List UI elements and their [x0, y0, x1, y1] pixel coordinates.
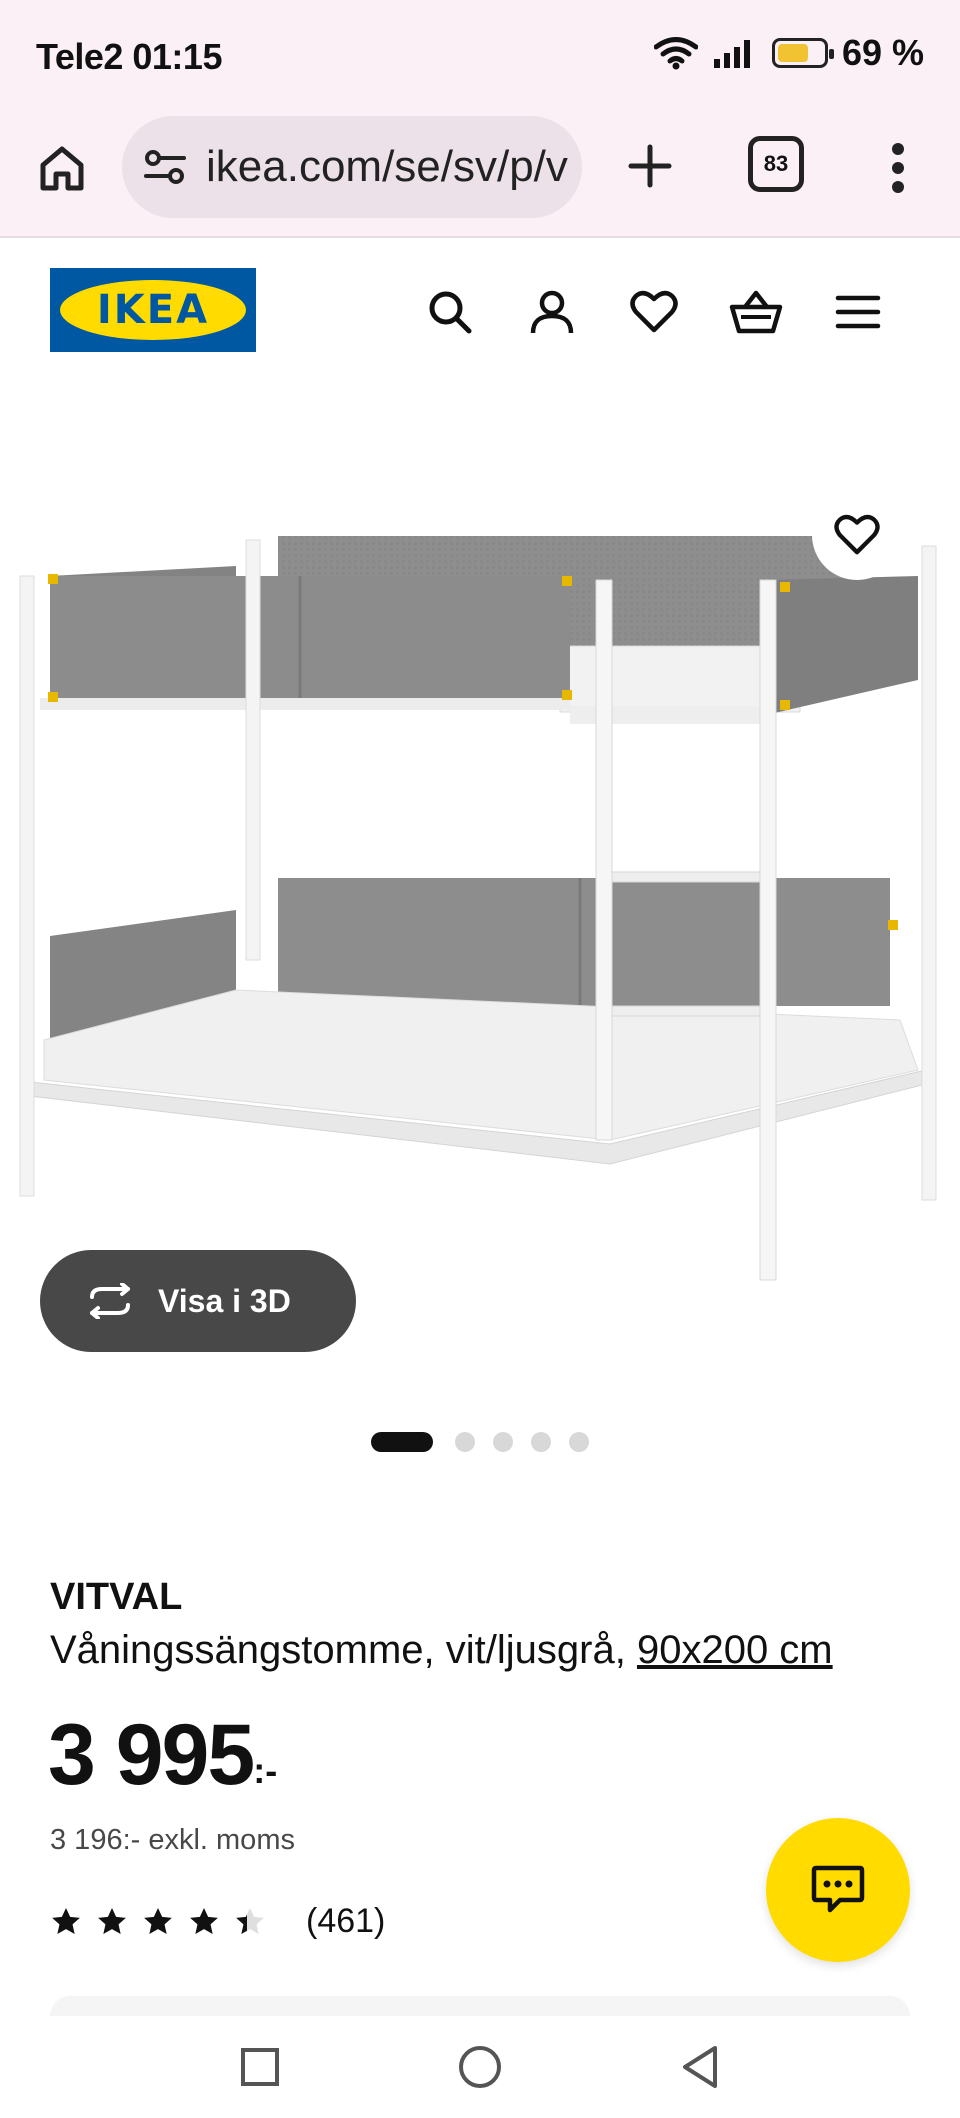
hamburger-icon	[835, 295, 881, 329]
ikea-logo[interactable]: IKEA	[50, 268, 256, 352]
price-amount: 3 995	[48, 1707, 255, 1803]
product-description: Våningssängstomme, vit/ljusgrå, 90x200 c…	[50, 1628, 833, 1673]
chat-icon	[811, 1865, 865, 1913]
new-tab-button[interactable]	[618, 134, 682, 198]
back-button[interactable]	[670, 2037, 730, 2097]
battery-icon	[771, 38, 834, 68]
cart-button[interactable]	[726, 282, 786, 342]
browser-toolbar: ikea.com/se/sv/p/v 83	[0, 112, 960, 222]
rating-stars	[50, 1906, 266, 1938]
favourites-button[interactable]	[624, 282, 684, 342]
menu-button[interactable]	[828, 282, 888, 342]
more-vert-icon	[892, 143, 904, 193]
price-suffix: :-	[253, 1750, 278, 1791]
chat-button[interactable]	[766, 1818, 910, 1962]
user-icon	[530, 290, 574, 334]
view-in-3d-label: Visa i 3D	[158, 1282, 291, 1319]
square-icon	[241, 2048, 279, 2086]
gallery-dot[interactable]	[569, 1432, 589, 1452]
battery-percent: 69 %	[841, 32, 924, 73]
address-bar[interactable]: ikea.com/se/sv/p/v	[122, 116, 582, 218]
gallery-dot[interactable]	[493, 1432, 513, 1452]
rating[interactable]: (461)	[50, 1902, 385, 1941]
gallery-dot[interactable]	[455, 1432, 475, 1452]
plus-icon	[628, 144, 672, 188]
back-triangle-icon	[683, 2046, 717, 2088]
rotate-3d-icon	[90, 1283, 130, 1319]
home-nav-button[interactable]	[450, 2037, 510, 2097]
system-nav-bar	[0, 2016, 960, 2118]
save-to-favourites-button[interactable]	[812, 490, 902, 580]
circle-icon	[459, 2046, 501, 2088]
carrier-time: Tele2 01:15	[36, 36, 222, 77]
star-icon	[52, 1907, 80, 1934]
url-text: ikea.com/se/sv/p/v	[206, 142, 568, 191]
search-icon	[429, 291, 472, 334]
star-icon	[98, 1907, 126, 1934]
gallery-dot[interactable]	[371, 1432, 433, 1452]
signal-icon	[713, 40, 750, 68]
account-button[interactable]	[522, 282, 582, 342]
heart-icon	[834, 514, 880, 555]
size-link[interactable]: 90x200 cm	[637, 1628, 833, 1672]
tab-switcher-button[interactable]: 83	[748, 136, 804, 192]
star-icon	[190, 1907, 218, 1934]
star-icon	[144, 1907, 172, 1934]
heart-icon	[630, 290, 678, 333]
gallery-pagination	[0, 1430, 960, 1454]
site-settings-icon	[144, 150, 186, 184]
site-header: IKEA	[0, 240, 960, 380]
product-image-gallery[interactable]: Visa i 3D	[0, 380, 960, 1380]
recents-button[interactable]	[230, 2037, 290, 2097]
browser-chrome: Tele2 01:15 69 % ikea.com/se/sv/p/v 83	[0, 0, 960, 238]
product-name: VITVAL	[50, 1576, 183, 1618]
wifi-icon	[653, 37, 698, 70]
price-ex-vat: 3 196:- exkl. moms	[50, 1824, 295, 1856]
home-icon	[40, 146, 84, 191]
status-bar: Tele2 01:15 69 %	[0, 0, 960, 112]
gallery-dot[interactable]	[531, 1432, 551, 1452]
star-icon	[236, 1907, 264, 1934]
search-button[interactable]	[420, 282, 480, 342]
view-in-3d-button[interactable]: Visa i 3D	[40, 1250, 356, 1352]
browser-menu-button[interactable]	[872, 136, 924, 200]
basket-icon	[729, 290, 783, 334]
rating-count: (461)	[306, 1902, 386, 1940]
home-button[interactable]	[30, 136, 94, 200]
product-price: 3 995 :-	[48, 1712, 277, 1798]
product-type: Våningssängstomme, vit/ljusgrå,	[50, 1628, 626, 1672]
